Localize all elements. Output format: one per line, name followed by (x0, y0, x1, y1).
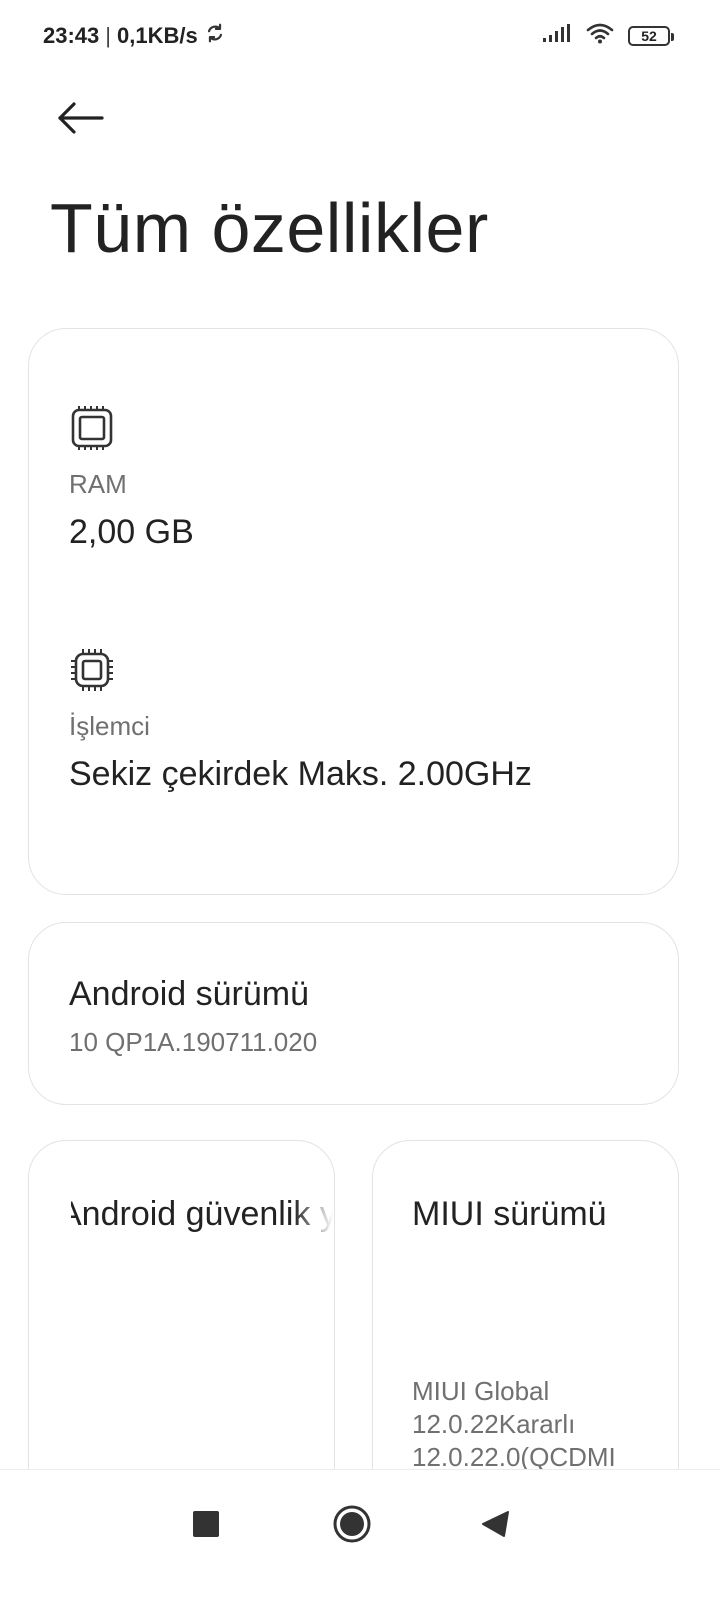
triangle-back-icon (481, 1509, 511, 1544)
screen: 23:43 | 0,1KB/s 52 Tüm özellikler RAM 2,… (0, 0, 720, 1600)
system-back-button[interactable] (466, 1496, 526, 1556)
hardware-specs-card: RAM 2,00 GB İşlemci Sekiz çekirdek Maks.… (28, 328, 679, 895)
circle-home-icon (332, 1504, 372, 1549)
recents-button[interactable] (176, 1496, 236, 1556)
processor-icon (69, 647, 115, 693)
network-speed: 0,1KB/s (117, 23, 198, 48)
sync-icon (204, 22, 226, 50)
android-version-card[interactable]: Android sürümü 10 QP1A.190711.020 (28, 922, 679, 1105)
android-version-value: 10 QP1A.190711.020 (69, 1027, 318, 1057)
back-button[interactable] (52, 92, 108, 148)
status-separator: | (105, 23, 111, 48)
security-patch-title: Android güvenlik yaması (71, 1195, 333, 1233)
cpu-value: Sekiz çekirdek Maks. 2.00GHz (69, 755, 532, 793)
wifi-icon (586, 22, 614, 49)
square-recents-icon (192, 1510, 220, 1543)
miui-version-line: 12.0.22Kararlı (412, 1409, 576, 1439)
home-button[interactable] (322, 1496, 382, 1556)
memory-chip-icon (69, 405, 115, 451)
miui-version-title: MIUI sürümü (412, 1195, 607, 1233)
battery-level: 52 (641, 27, 657, 44)
android-version-title: Android sürümü (69, 975, 310, 1013)
miui-version-line: MIUI Global (412, 1376, 550, 1406)
navigation-bar (0, 1469, 720, 1600)
ram-label: RAM (69, 469, 127, 499)
miui-version-value: MIUI Global 12.0.22Kararlı 12.0.22.0(QCD… (412, 1375, 637, 1474)
battery-indicator: 52 (628, 25, 674, 46)
arrow-left-icon (56, 100, 104, 141)
status-bar: 23:43 | 0,1KB/s 52 (0, 0, 720, 72)
cpu-label: İşlemci (69, 711, 150, 741)
status-left: 23:43 | 0,1KB/s (43, 22, 226, 50)
page-title: Tüm özellikler (50, 189, 489, 267)
ram-value: 2,00 GB (69, 513, 194, 551)
signal-icon (542, 23, 572, 48)
status-time: 23:43 (43, 23, 100, 48)
status-right: 52 (542, 22, 674, 49)
